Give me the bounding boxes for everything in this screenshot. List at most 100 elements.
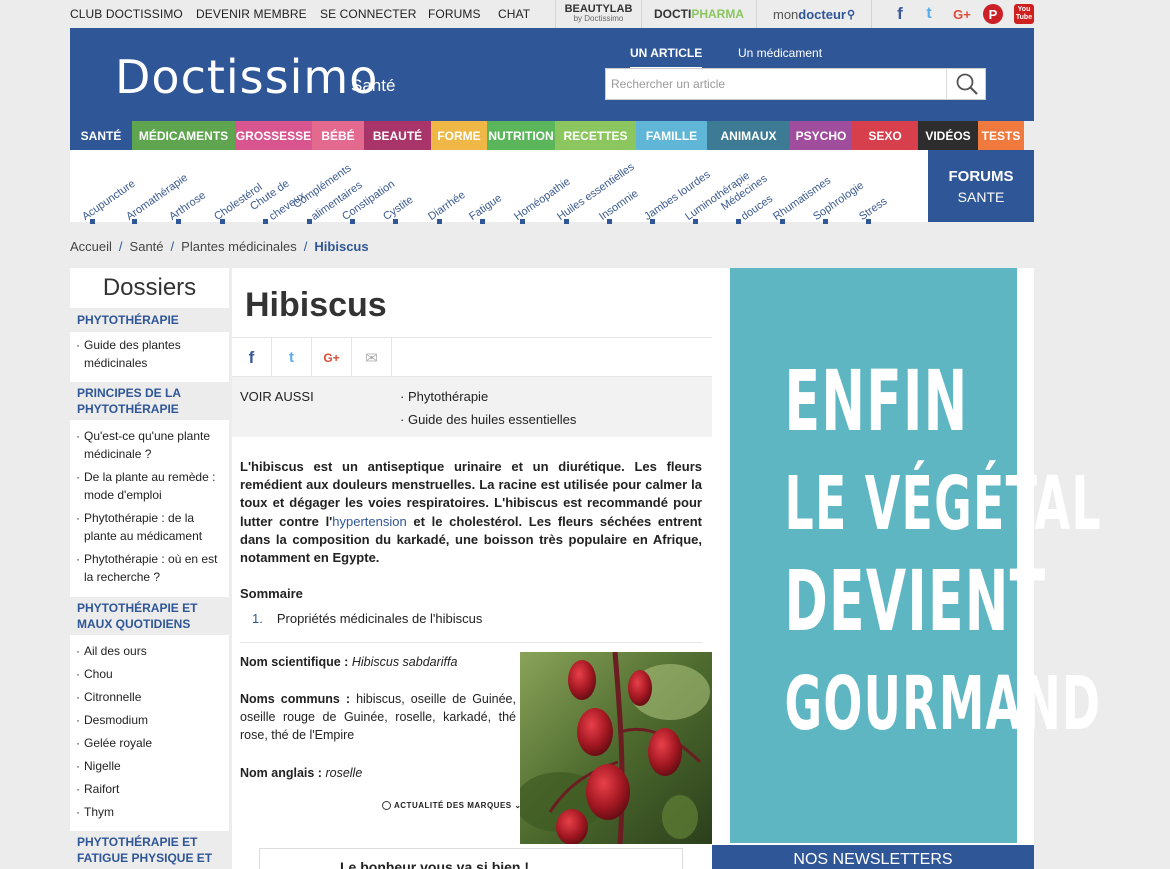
topic-tag-12[interactable]: Fatigue — [467, 192, 504, 223]
sidebar-section-head[interactable]: PRINCIPES DE LA PHYTOTHÉRAPIE — [70, 382, 229, 420]
sidebar-item[interactable]: Gelée royale — [76, 734, 226, 752]
forums-sante-button[interactable]: FORUMS SANTE — [928, 150, 1034, 222]
search-tab-medicament[interactable]: Un médicament — [738, 46, 822, 60]
topic-marker — [176, 219, 181, 224]
pinterest-icon[interactable]: P — [983, 4, 1003, 24]
breadcrumb-home[interactable]: Accueil — [70, 239, 112, 254]
sidebar-section-head[interactable]: PHYTOTHÉRAPIE ET MAUX QUOTIDIENS — [70, 597, 229, 635]
forums-link[interactable]: FORUMS — [428, 7, 481, 21]
category-3[interactable]: GROSSESSE — [235, 121, 312, 150]
search-box — [605, 68, 986, 100]
chat-link[interactable]: CHAT — [498, 7, 530, 21]
advertisement-banner[interactable]: ENFIN LE VÉGÉTAL DEVIENT GOURMAND — [730, 268, 1102, 843]
mondocteur-logo: mon — [772, 6, 799, 22]
doctissimo-logo[interactable]: Doctissimo — [115, 50, 378, 104]
topic-tag-22[interactable]: Stress — [857, 195, 889, 223]
marques-label: ACTUALITÉ DES MARQUES — [394, 801, 512, 810]
topic-tag-10[interactable]: Cystite — [381, 194, 415, 223]
topic-marker — [780, 219, 785, 224]
twitter-share-icon[interactable]: t — [272, 338, 312, 377]
club-doctissimo-link[interactable]: CLUB DOCTISSIMO — [70, 7, 183, 21]
twitter-icon[interactable]: t — [919, 4, 939, 24]
sidebar-item[interactable]: Citronnelle — [76, 688, 226, 706]
sidebar-item[interactable]: Phytothérapie : où en est la recherche ? — [76, 550, 226, 586]
category-11[interactable]: PSYCHO — [790, 121, 852, 150]
category-13[interactable]: VIDÉOS — [918, 121, 978, 150]
beautylab-link[interactable]: BEAUTYLAB by Doctissimo — [555, 0, 641, 28]
topic-tag-3[interactable]: Arthrose — [167, 189, 208, 223]
sommaire-title: Sommaire — [240, 586, 303, 601]
newsletter-header[interactable]: NOS NEWSLETTERS — [712, 845, 1034, 869]
search-input[interactable] — [606, 69, 946, 99]
topic-tag-16[interactable]: Jambes lourdes — [642, 169, 712, 223]
hypertension-link[interactable]: hypertension — [332, 514, 406, 529]
sidebar-item[interactable]: Guide des plantes médicinales — [76, 336, 226, 372]
topic-marker — [866, 219, 871, 224]
category-14[interactable]: TESTS — [978, 121, 1024, 150]
english-name: Nom anglais : roselle — [240, 764, 516, 782]
category-8[interactable]: RECETTES — [555, 121, 636, 150]
doctipharma-logo: DOCTI — [653, 7, 692, 21]
forums-title: FORUMS — [948, 168, 1014, 185]
googleplus-share-icon[interactable]: G+ — [312, 338, 352, 377]
doctipharma-link[interactable]: DOCTI PHARMA — [641, 0, 756, 28]
sidebar-item[interactable]: Ail des ours — [76, 642, 226, 660]
category-9[interactable]: FAMILLE — [636, 121, 707, 150]
sidebar-item[interactable]: Raifort — [76, 780, 226, 798]
devenir-membre-link[interactable]: DEVENIR MEMBRE — [196, 7, 307, 21]
topic-marker — [393, 219, 398, 224]
voir-link-phytotherapie[interactable]: Phytothérapie — [400, 389, 488, 404]
category-4[interactable]: BÉBÉ — [312, 121, 364, 150]
search-tab-article[interactable]: UN ARTICLE — [630, 46, 703, 69]
voir-link-huiles[interactable]: Guide des huiles essentielles — [400, 412, 576, 427]
category-1[interactable]: SANTÉ — [70, 121, 132, 150]
facebook-share-icon[interactable]: f — [232, 338, 272, 377]
sidebar-item[interactable]: Thym — [76, 803, 226, 821]
sommaire-number: 1. — [252, 611, 263, 626]
breadcrumb: Accueil / Santé / Plantes médicinales / Hibisc… — [70, 239, 369, 254]
article-column: Hibiscus f t G+ ✉ VOIR AUSSI Phytothérap… — [232, 268, 712, 869]
search-button[interactable] — [946, 69, 986, 99]
sidebar-item[interactable]: Phytothérapie : de la plante au médicame… — [76, 509, 226, 545]
facebook-icon[interactable]: f — [890, 4, 910, 24]
sommaire-item[interactable]: 1. Propriétés médicinales de l'hibiscus — [252, 611, 482, 626]
topic-tag-11[interactable]: Diarrhée — [426, 189, 467, 223]
breadcrumb-sante[interactable]: Santé — [130, 239, 164, 254]
category-7[interactable]: NUTRITION — [487, 121, 555, 150]
se-connecter-link[interactable]: SE CONNECTER — [320, 7, 417, 21]
mondocteur-link[interactable]: mon docteur ⚲ — [756, 0, 872, 28]
ad-line-4: GOURMAND — [784, 661, 1102, 747]
topic-marker — [607, 219, 612, 224]
sidebar-item[interactable]: Qu'est-ce qu'une plante médicinale ? — [76, 427, 226, 463]
promo-box[interactable]: Le bonheur vous va si bien ! — [259, 848, 683, 869]
topic-tag-15[interactable]: Insomnie — [597, 188, 640, 223]
topic-marker — [307, 219, 312, 224]
topic-marker — [650, 219, 655, 224]
mondocteur-logo-b: docteur — [798, 6, 846, 22]
health-topics-band: Acupuncture Aromathérapie Arthrose Cholesté… — [70, 150, 928, 224]
category-12[interactable]: SEXO — [852, 121, 918, 150]
googleplus-icon[interactable]: G+ — [950, 4, 974, 24]
category-6[interactable]: FORME — [431, 121, 487, 150]
category-10[interactable]: ANIMAUX — [707, 121, 790, 150]
actualite-marques[interactable]: ACTUALITÉ DES MARQUES ⌄ — [382, 801, 522, 811]
youtube-icon[interactable]: You Tube — [1014, 4, 1034, 24]
sidebar-item[interactable]: Nigelle — [76, 757, 226, 775]
sidebar-section-head[interactable]: PHYTOTHÉRAPIE — [70, 308, 229, 332]
breadcrumb-plantes[interactable]: Plantes médicinales — [181, 239, 297, 254]
sidebar-section-head[interactable]: PHYTOTHÉRAPIE ET FATIGUE PHYSIQUE ET — [70, 831, 229, 869]
site-header: Doctissimo Santé UN ARTICLE Un médicamen… — [70, 28, 1034, 121]
sidebar-title: Dossiers — [102, 274, 197, 301]
english-name-value: roselle — [325, 766, 363, 780]
sidebar-item[interactable]: De la plante au remède : mode d'emploi — [76, 468, 226, 504]
topic-marker — [220, 219, 225, 224]
category-2[interactable]: MÉDICAMENTS — [132, 121, 235, 150]
sidebar-item[interactable]: Chou — [76, 665, 226, 683]
email-share-icon[interactable]: ✉ — [352, 338, 392, 377]
topic-marker — [350, 219, 355, 224]
category-5[interactable]: BEAUTÉ — [364, 121, 431, 150]
topic-marker — [437, 219, 442, 224]
share-bar: f t G+ ✉ — [232, 337, 712, 377]
sidebar-item[interactable]: Desmodium — [76, 711, 226, 729]
beautylab-sub: by Doctissimo — [573, 14, 624, 23]
